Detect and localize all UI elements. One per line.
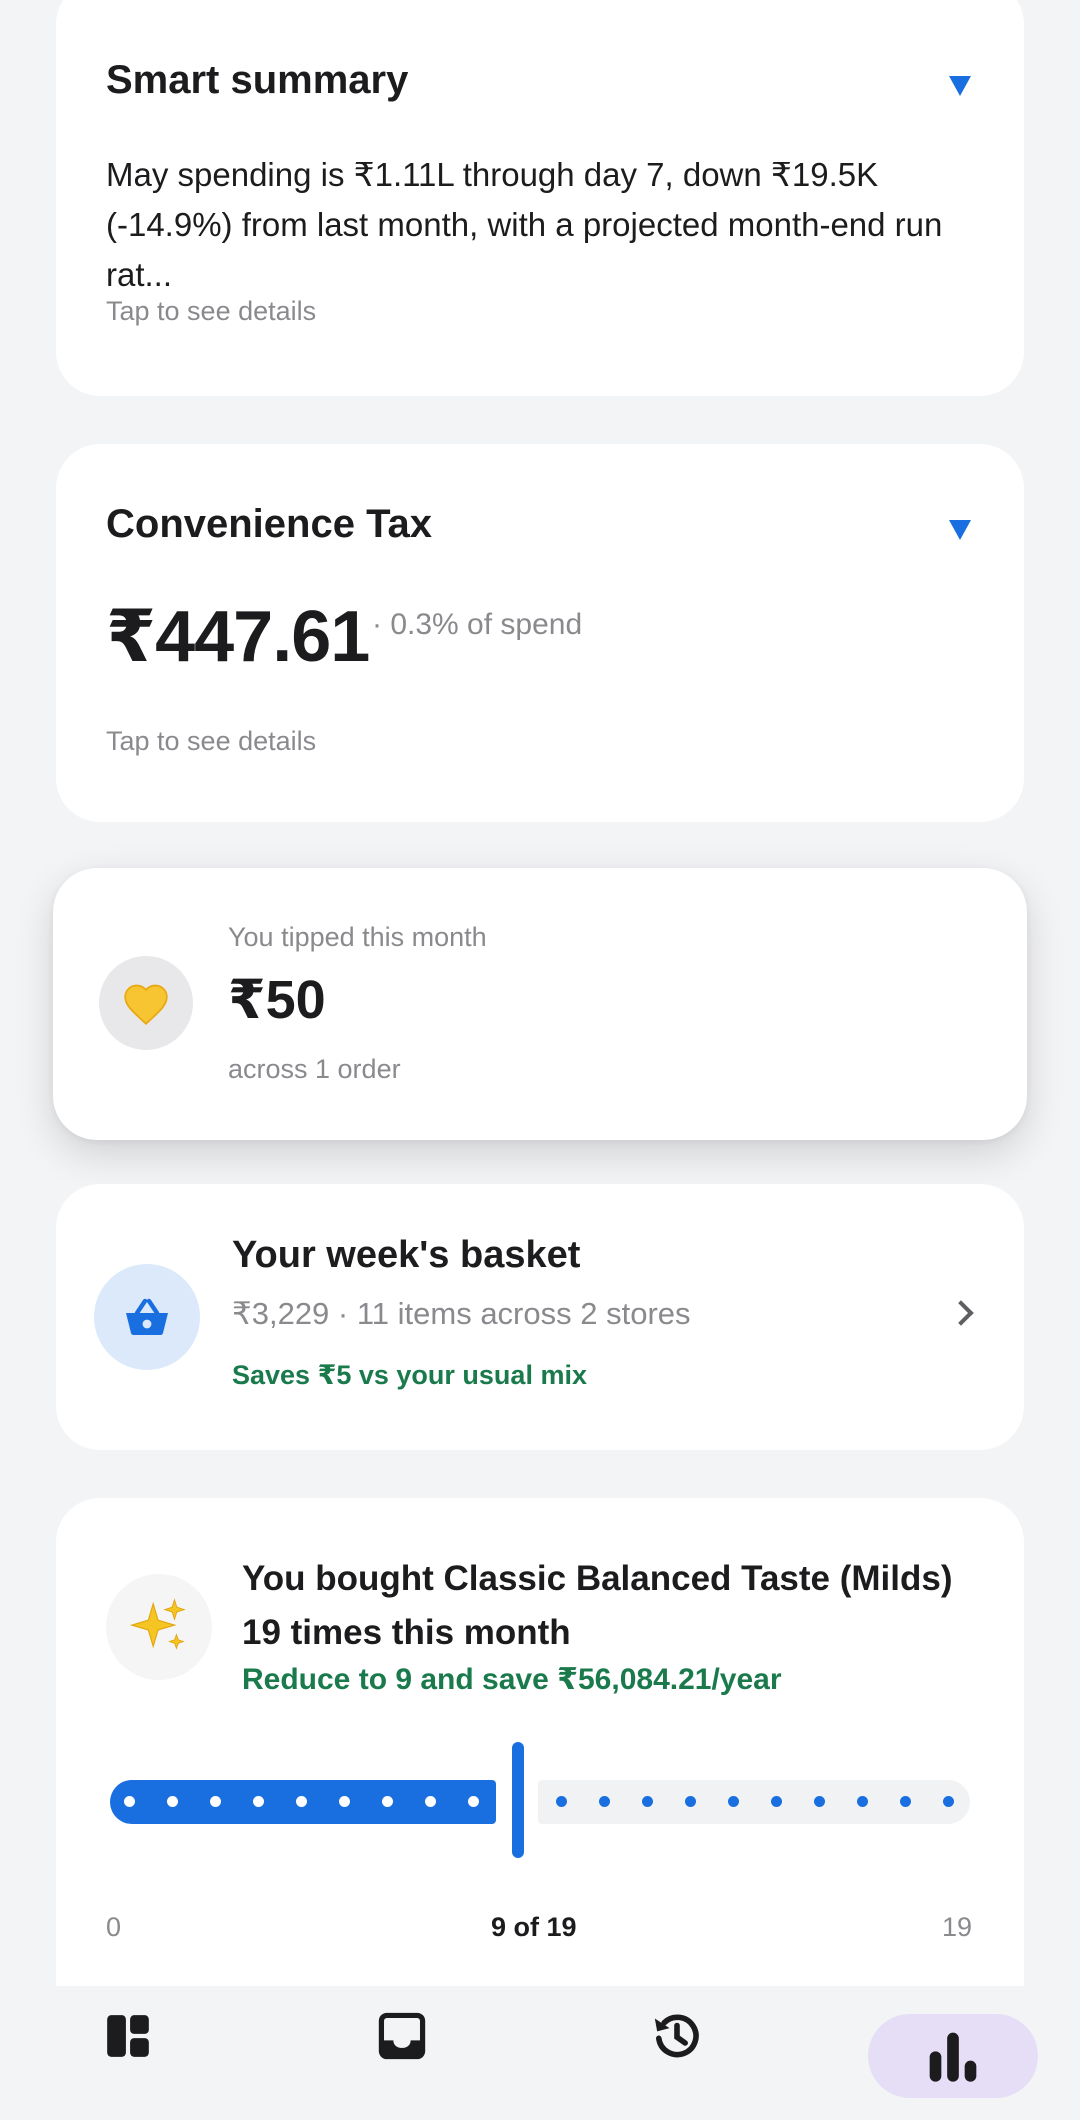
convenience-tax-percent: · 0.3% of spend <box>372 608 583 641</box>
week-basket-card[interactable]: Your week's basket ₹3,229 · 11 items acr… <box>56 1184 1024 1450</box>
purchase-insight-card[interactable]: You bought Classic Balanced Taste (Milds… <box>56 1498 1024 2018</box>
basket-savings: Saves ₹5 vs your usual mix <box>232 1360 587 1390</box>
dashboard-icon[interactable] <box>100 2008 156 2064</box>
expand-caret-icon[interactable] <box>949 76 971 96</box>
bar-chart-icon <box>925 2030 981 2087</box>
chevron-right-icon[interactable] <box>948 1300 974 1326</box>
tips-sub: across 1 order <box>228 1054 401 1084</box>
tips-amount: ₹50 <box>228 970 326 1030</box>
inbox-icon[interactable] <box>374 2008 430 2064</box>
insight-title: You bought Classic Balanced Taste (Milds… <box>242 1559 953 1652</box>
tap-details-hint: Tap to see details <box>106 726 317 756</box>
slider-empty-track[interactable] <box>538 1780 970 1824</box>
basket-title: Your week's basket <box>232 1234 581 1276</box>
tips-label: You tipped this month <box>228 922 487 952</box>
history-icon[interactable] <box>648 2008 706 2064</box>
basket-icon <box>94 1264 200 1370</box>
expand-caret-icon[interactable] <box>949 520 971 540</box>
insight-savings: Reduce to 9 and save ₹56,084.21/year <box>242 1663 782 1696</box>
convenience-tax-title: Convenience Tax <box>106 502 433 546</box>
slider-thumb[interactable] <box>512 1742 524 1858</box>
tap-details-hint: Tap to see details <box>106 296 317 326</box>
convenience-tax-amount: ₹447.61 <box>106 597 370 677</box>
slider-max-label: 19 <box>942 1912 973 1942</box>
tips-card[interactable]: You tipped this month ₹50 across 1 order <box>53 868 1027 1140</box>
yellow-heart-icon <box>99 956 193 1050</box>
smart-summary-card[interactable]: Smart summary May spending is ₹1.11L thr… <box>56 0 1024 396</box>
slider-min-label: 0 <box>106 1912 122 1942</box>
slider-filled-track[interactable] <box>110 1780 496 1824</box>
convenience-tax-card[interactable]: Convenience Tax ₹447.61 · 0.3% of spend … <box>56 444 1024 822</box>
sparkles-icon <box>106 1574 212 1680</box>
bottom-navigation <box>0 1986 1080 2120</box>
slider-current-label: 9 of 19 <box>491 1912 577 1942</box>
nav-active-indicator[interactable] <box>868 2014 1038 2098</box>
smart-summary-title: Smart summary <box>106 58 409 102</box>
basket-meta: ₹3,229 · 11 items across 2 stores <box>232 1296 691 1331</box>
smart-summary-text: May spending is ₹1.11L through day 7, do… <box>106 156 943 293</box>
